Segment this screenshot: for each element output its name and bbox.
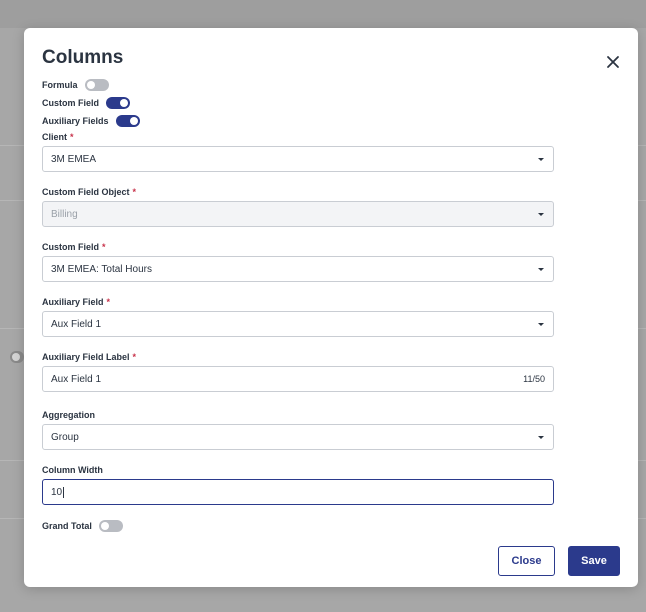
auxiliary-field-label: Auxiliary Field *: [42, 297, 110, 307]
aggregation-label: Aggregation: [42, 410, 95, 420]
grand-total-toggle-row: Grand Total: [42, 519, 123, 533]
formula-toggle[interactable]: [84, 79, 109, 91]
auxiliary-fields-toggle[interactable]: [115, 115, 140, 127]
save-button[interactable]: Save: [568, 546, 620, 576]
client-select[interactable]: 3M EMEA: [42, 146, 554, 172]
auxiliary-field-label-value: Aux Field 1: [51, 373, 102, 385]
caret-down-icon: [538, 158, 544, 161]
caret-down-icon: [538, 323, 544, 326]
client-label: Client *: [42, 132, 74, 142]
required-marker: *: [70, 132, 74, 142]
required-marker: *: [132, 352, 137, 362]
custom-field-value: 3M EMEA: Total Hours: [51, 263, 152, 275]
aggregation-label-text: Aggregation: [42, 410, 95, 420]
custom-field-object-label: Custom Field Object *: [42, 187, 136, 197]
auxiliary-field-label-input[interactable]: Aux Field 1 11/50: [42, 366, 554, 392]
character-counter: 11/50: [523, 374, 545, 384]
custom-field-toggle[interactable]: [106, 97, 131, 109]
formula-label: Formula: [42, 80, 78, 90]
formula-toggle-row: Formula: [42, 78, 109, 92]
auxiliary-fields-toggle-row: Auxiliary Fields: [42, 114, 140, 128]
custom-field-label: Custom Field *: [42, 242, 106, 252]
close-icon[interactable]: [604, 53, 622, 71]
custom-field-object-value: Billing: [51, 208, 78, 220]
client-value: 3M EMEA: [51, 153, 97, 165]
required-marker: *: [102, 242, 106, 252]
grand-total-toggle[interactable]: [98, 520, 123, 532]
custom-field-select[interactable]: 3M EMEA: Total Hours: [42, 256, 554, 282]
column-width-input[interactable]: 10: [42, 479, 554, 505]
custom-field-label-text: Custom Field: [42, 242, 100, 252]
auxiliary-field-label-text: Auxiliary Field: [42, 297, 104, 307]
grand-total-label: Grand Total: [42, 521, 92, 531]
custom-field-object-label-text: Custom Field Object: [42, 187, 130, 197]
aggregation-select[interactable]: Group: [42, 424, 554, 450]
columns-modal: Columns Formula Custom Field Auxiliary F…: [24, 28, 638, 587]
required-marker: *: [106, 297, 111, 307]
text-cursor: [63, 486, 65, 498]
caret-down-icon: [538, 213, 544, 216]
backdrop-toggle: [10, 351, 24, 363]
auxiliary-field-select[interactable]: Aux Field 1: [42, 311, 554, 337]
required-marker: *: [132, 187, 137, 197]
close-button[interactable]: Close: [498, 546, 555, 576]
backdrop-header: [0, 0, 646, 28]
auxiliary-field-value: Aux Field 1: [51, 318, 102, 330]
custom-field-object-select: Billing: [42, 201, 554, 227]
aggregation-value: Group: [51, 431, 79, 443]
modal-title: Columns: [42, 47, 124, 68]
caret-down-icon: [538, 268, 544, 271]
auxiliary-field-label-label-text: Auxiliary Field Label: [42, 352, 130, 362]
custom-field-toggle-row: Custom Field: [42, 96, 131, 110]
caret-down-icon: [538, 436, 544, 439]
column-width-label-text: Column Width: [42, 465, 103, 475]
auxiliary-field-label-label: Auxiliary Field Label *: [42, 352, 136, 362]
column-width-value: 10: [51, 486, 63, 498]
auxiliary-fields-label: Auxiliary Fields: [42, 116, 109, 126]
client-label-text: Client: [42, 132, 68, 142]
custom-field-toggle-label: Custom Field: [42, 98, 100, 108]
column-width-label: Column Width: [42, 465, 103, 475]
